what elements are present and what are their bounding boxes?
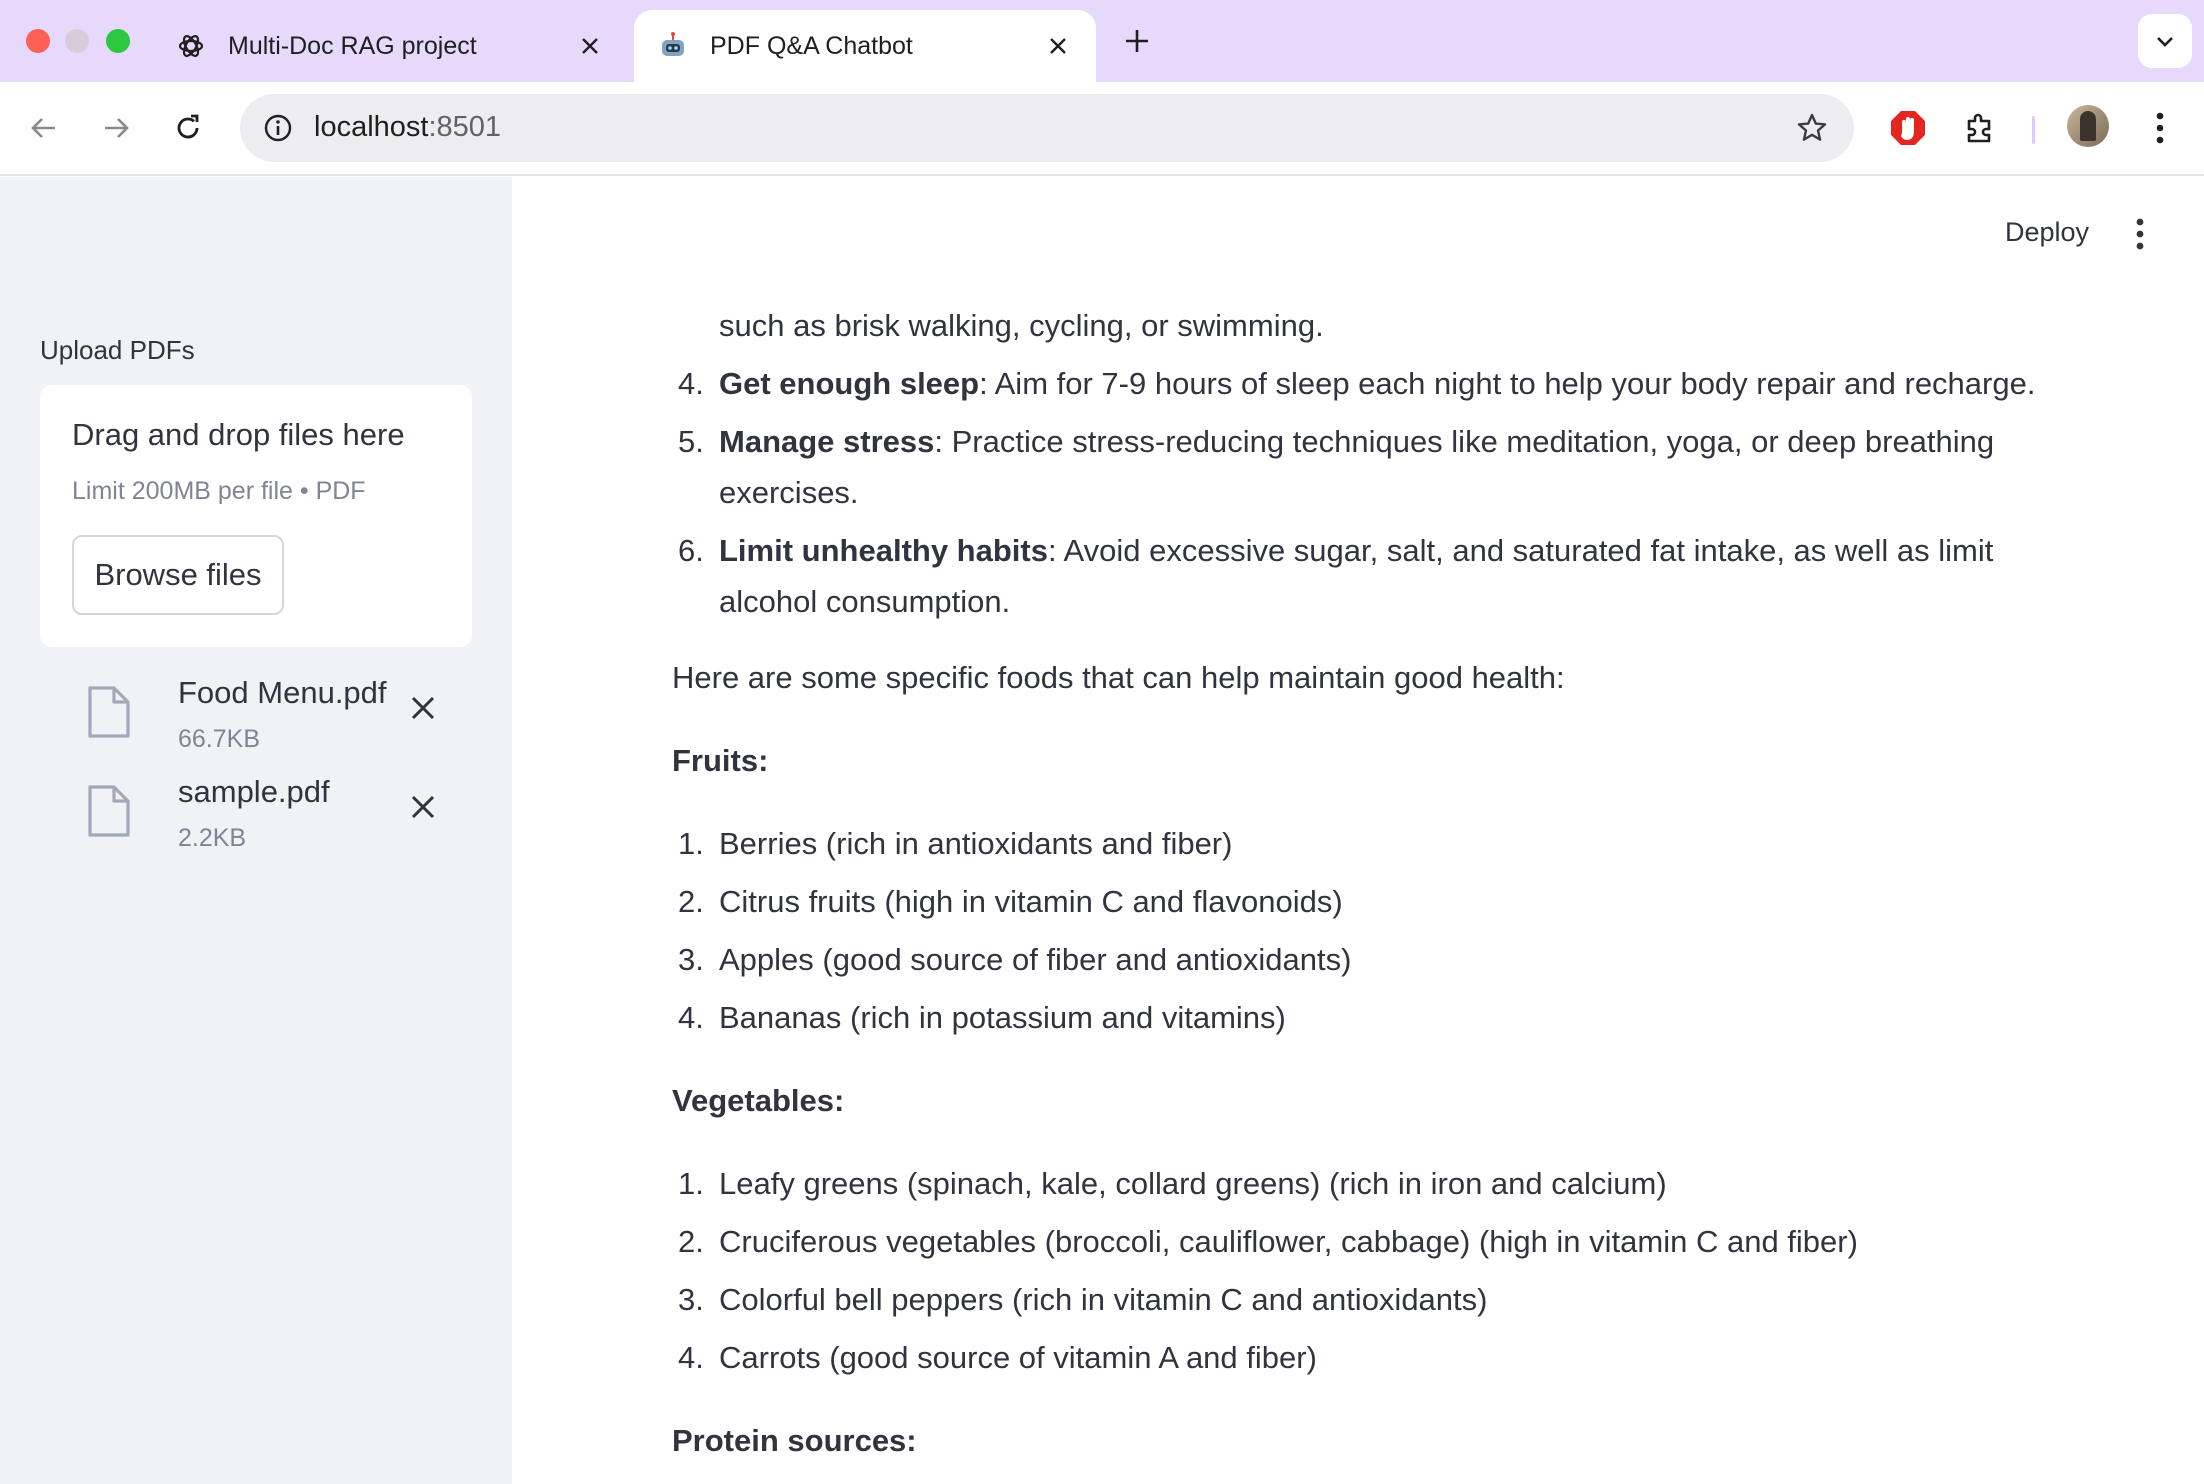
minimize-window-button[interactable] <box>65 29 89 53</box>
reload-button[interactable] <box>164 104 212 152</box>
uploaded-file-item: sample.pdf 2.2KB <box>86 774 486 870</box>
profile-avatar[interactable] <box>2067 105 2109 147</box>
tab-title: Multi-Doc RAG project <box>228 31 477 60</box>
sidebar: Upload PDFs Drag and drop files here Lim… <box>0 177 512 1484</box>
foods-intro: Here are some specific foods that can he… <box>672 660 1565 695</box>
browse-files-button[interactable]: Browse files <box>72 535 284 615</box>
chat-message: such as brisk walking, cycling, or swimm… <box>672 300 2072 1466</box>
maximize-window-button[interactable] <box>106 29 130 53</box>
tab-multi-doc-rag[interactable]: Multi-Doc RAG project <box>152 10 628 82</box>
back-button[interactable] <box>20 104 68 152</box>
app-menu-button[interactable] <box>2124 214 2156 254</box>
continued-text: such as brisk walking, cycling, or swimm… <box>719 308 1324 343</box>
remove-file-icon[interactable] <box>402 786 444 828</box>
file-dropzone[interactable]: Drag and drop files here Limit 200MB per… <box>40 385 472 647</box>
arrow-right-icon <box>105 118 129 138</box>
list-item: 1. Leafy greens (spinach, kale, collard g… <box>678 1166 1667 1201</box>
file-size: 2.2KB <box>178 824 247 852</box>
fruits-heading: Fruits: <box>672 743 769 778</box>
fruits-list: 1. Berries (rich in antioxidants and fibe… <box>672 818 2072 1043</box>
forward-button[interactable] <box>92 104 140 152</box>
close-tab-icon[interactable] <box>1044 32 1072 60</box>
arrow-left-icon <box>31 118 55 138</box>
protein-heading: Protein sources: <box>672 1423 917 1458</box>
new-tab-button[interactable] <box>1118 22 1156 60</box>
tab-strip: Multi-Doc RAG project PDF Q&A Chatbot <box>0 0 2204 82</box>
list-item: 2. Citrus fruits (high in vitamin C and f… <box>678 884 1343 919</box>
list-item: 1. Berries (rich in antioxidants and fibe… <box>678 826 1233 861</box>
list-item: 6. Limit unhealthy habits: Avoid excessiv… <box>678 533 1994 619</box>
list-item: 5. Manage stress: Practice stress-reducin… <box>678 424 1995 510</box>
remove-file-icon[interactable] <box>402 687 444 729</box>
list-item: 3. Colorful bell peppers (rich in vitamin… <box>678 1282 1488 1317</box>
deploy-button[interactable]: Deploy <box>2005 217 2089 248</box>
close-tab-icon[interactable] <box>576 32 604 60</box>
address-bar[interactable]: localhost:8501 <box>240 94 1854 162</box>
vegetables-heading: Vegetables: <box>672 1083 845 1118</box>
openai-icon <box>176 31 206 61</box>
url-text: localhost:8501 <box>314 111 502 143</box>
kebab-menu-icon <box>2136 218 2144 250</box>
list-item: 4. Bananas (rich in potassium and vitamin… <box>678 1000 1286 1035</box>
toolbar-divider <box>2032 116 2035 144</box>
close-window-button[interactable] <box>26 29 50 53</box>
document-icon <box>88 686 130 738</box>
chevron-down-icon <box>2157 37 2173 47</box>
tab-title: PDF Q&A Chatbot <box>710 31 913 60</box>
robot-icon <box>658 31 688 61</box>
list-item: 4. Get enough sleep: Aim for 7-9 hours of… <box>678 366 2036 401</box>
dropzone-title: Drag and drop files here <box>72 417 405 452</box>
list-item: 2. Cruciferous vegetables (broccoli, caul… <box>678 1224 1858 1259</box>
uploaded-file-item: Food Menu.pdf 66.7KB <box>86 675 486 771</box>
upload-label: Upload PDFs <box>40 335 195 365</box>
extensions-puzzle-icon[interactable] <box>1956 104 2004 152</box>
browser-toolbar: localhost:8501 <box>0 82 2204 176</box>
vegetables-list: 1. Leafy greens (spinach, kale, collard g… <box>672 1158 2072 1383</box>
site-info-icon[interactable] <box>258 108 298 148</box>
kebab-menu-icon <box>2156 112 2164 144</box>
browser-menu-button[interactable] <box>2136 104 2184 152</box>
dropzone-limit: Limit 200MB per file • PDF <box>72 477 366 505</box>
tips-list: 4. Get enough sleep: Aim for 7-9 hours of… <box>672 358 2072 627</box>
adblock-extension-icon[interactable] <box>1884 104 1932 152</box>
list-item: 4. Carrots (good source of vitamin A and … <box>678 1340 1317 1375</box>
tab-search-button[interactable] <box>2138 14 2192 68</box>
tab-pdf-qa-chatbot[interactable]: PDF Q&A Chatbot <box>634 10 1096 82</box>
file-name: sample.pdf <box>178 774 330 809</box>
list-item: 3. Apples (good source of fiber and antio… <box>678 942 1352 977</box>
file-name: Food Menu.pdf <box>178 675 387 710</box>
reload-icon <box>177 114 199 139</box>
document-icon <box>88 785 130 837</box>
file-size: 66.7KB <box>178 725 261 753</box>
bookmark-star-icon[interactable] <box>1792 108 1832 148</box>
